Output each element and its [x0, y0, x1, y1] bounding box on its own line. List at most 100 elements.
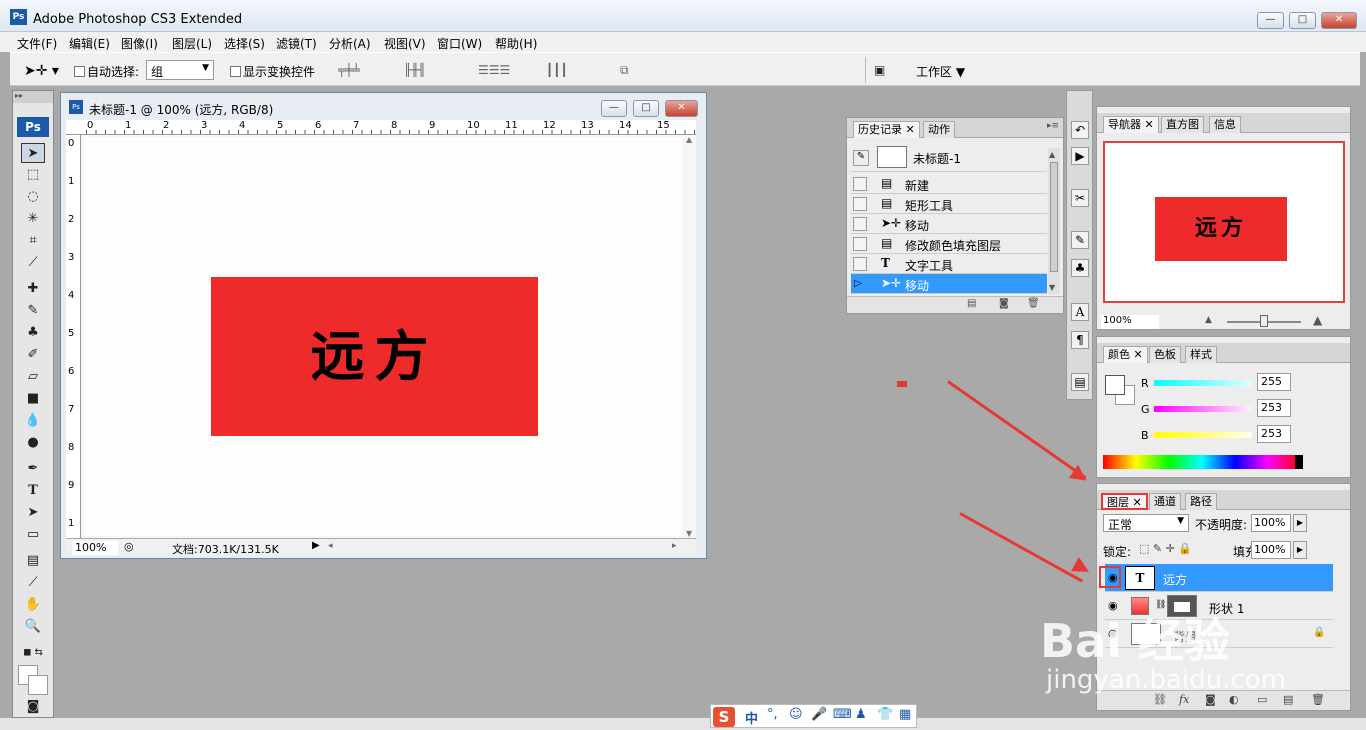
history-snapshot[interactable]: ✎ 未标题-1 — [851, 144, 1047, 172]
status-info-icon[interactable]: ◎ — [124, 540, 134, 553]
skin-shirt-icon[interactable]: 👕 — [877, 707, 893, 722]
align-left-icon[interactable]: ╟╫╢ — [404, 63, 426, 77]
scroll-thumb[interactable] — [1050, 162, 1058, 272]
b-slider[interactable] — [1154, 432, 1252, 438]
magic-wand-icon[interactable]: ✳ — [21, 209, 45, 229]
minimize-button[interactable]: — — [1257, 12, 1284, 29]
align-top-icon[interactable]: ╤╪╧ — [338, 63, 360, 77]
eye-icon[interactable]: ◉ — [1108, 571, 1118, 584]
zoom-slider-thumb[interactable] — [1260, 315, 1268, 327]
bridge-icon[interactable]: ▣ — [874, 63, 885, 77]
zoom-in-icon[interactable]: ▲ — [1313, 313, 1322, 327]
lasso-tool-icon[interactable]: ◌ — [21, 187, 45, 207]
distribute-top-icon[interactable]: ☰☰☰ — [478, 63, 510, 77]
healing-brush-icon[interactable]: ✚ — [21, 279, 45, 299]
history-item-selected[interactable]: ▷ ➤✛ 移动 — [851, 274, 1047, 294]
paragraph-panel-icon[interactable]: ¶ — [1071, 331, 1089, 349]
show-transform-checkbox[interactable]: 显示变换控件 — [230, 63, 315, 80]
brush-tool-icon[interactable]: ✎ — [21, 301, 45, 321]
opacity-arrow-icon[interactable]: ▶ — [1293, 514, 1307, 532]
tab-styles[interactable]: 样式 — [1185, 346, 1217, 363]
foreground-color-swatch[interactable] — [1105, 375, 1125, 395]
history-scrollbar[interactable]: ▲ ▼ — [1048, 148, 1060, 294]
default-colors-icon[interactable]: ◼ ⇆ — [21, 643, 45, 663]
status-menu-arrow-icon[interactable]: ▶ — [312, 540, 320, 551]
hand-tool-icon[interactable]: ✋ — [21, 595, 45, 615]
b-value-field[interactable]: 253 — [1257, 425, 1291, 443]
menu-file[interactable]: 文件(F) — [17, 35, 57, 52]
menu-view[interactable]: 视图(V) — [384, 35, 426, 52]
panel-menu-icon[interactable]: ▸≡ — [1047, 121, 1059, 131]
move-tool-preset-icon[interactable]: ➤✛ ▾ — [24, 63, 59, 79]
tab-navigator[interactable]: 导航器 ✕ — [1103, 116, 1159, 133]
pen-tool-icon[interactable]: ✒ — [21, 459, 45, 479]
color-ramp-black[interactable] — [1295, 455, 1303, 469]
history-brush-checkbox[interactable] — [853, 257, 867, 271]
workspace-button[interactable]: 工作区 ▼ — [916, 63, 965, 80]
blur-tool-icon[interactable]: 💧 — [21, 411, 45, 431]
gradient-tool-icon[interactable]: ■ — [21, 389, 45, 409]
history-item[interactable]: ▤ 新建 — [851, 174, 1047, 194]
tab-history[interactable]: 历史记录 ✕ — [853, 121, 920, 138]
menu-layer[interactable]: 图层(L) — [172, 35, 212, 52]
brushes-panel-icon[interactable]: ✎ — [1071, 231, 1089, 249]
history-item[interactable]: ▤ 修改颜色填充图层 — [851, 234, 1047, 254]
tab-actions[interactable]: 动作 — [923, 121, 955, 138]
history-item[interactable]: ➤✛ 移动 — [851, 214, 1047, 234]
trash-icon[interactable]: 🗑 — [1027, 298, 1040, 309]
maximize-button[interactable]: □ — [1289, 12, 1316, 29]
tool-presets-icon[interactable]: ✂ — [1071, 189, 1089, 207]
auto-select-dropdown[interactable]: 组 ▼ — [146, 60, 214, 80]
history-brush-icon[interactable]: ✐ — [21, 345, 45, 365]
auto-align-icon[interactable]: ⧉ — [620, 63, 629, 78]
r-value-field[interactable]: 255 — [1257, 373, 1291, 391]
sogou-logo-icon[interactable]: S — [713, 707, 735, 727]
clone-source-icon[interactable]: ♣ — [1071, 259, 1089, 277]
menu-analysis[interactable]: 分析(A) — [329, 35, 371, 52]
canvas-scrollbar[interactable]: ▲ ▼ — [685, 135, 695, 538]
lock-icons[interactable]: ⬚ ✎ ✛ 🔒 — [1139, 542, 1192, 555]
emoji-icon[interactable]: ☺ — [789, 707, 803, 722]
type-tool-icon[interactable]: T — [21, 481, 45, 501]
eyedropper-icon[interactable]: ⟋ — [21, 573, 45, 593]
r-slider[interactable] — [1154, 380, 1252, 386]
doc-close-button[interactable]: ✕ — [665, 100, 698, 117]
move-tool-icon[interactable]: ➤ — [21, 143, 45, 163]
menu-select[interactable]: 选择(S) — [224, 35, 265, 52]
marquee-tool-icon[interactable]: ⬚ — [21, 165, 45, 185]
layer-row-selected[interactable]: ◉ T 远方 — [1099, 564, 1333, 592]
history-brush-checkbox[interactable] — [853, 217, 867, 231]
path-select-icon[interactable]: ➤ — [21, 503, 45, 523]
history-item[interactable]: T 文字工具 — [851, 254, 1047, 274]
user-icon[interactable]: ♟ — [855, 707, 867, 722]
history-brush-checkbox[interactable] — [853, 177, 867, 191]
quick-mask-icon[interactable]: ◙ — [21, 697, 45, 717]
menu-edit[interactable]: 编辑(E) — [69, 35, 110, 52]
tab-histogram[interactable]: 直方图 — [1161, 116, 1204, 133]
navigator-preview[interactable]: 远方 — [1103, 141, 1345, 303]
canvas-text[interactable]: 远方 — [211, 277, 538, 436]
eraser-tool-icon[interactable]: ▱ — [21, 367, 45, 387]
history-brush-source-icon[interactable]: ✎ — [853, 150, 869, 166]
ime-language-toggle[interactable]: 中 — [745, 708, 758, 727]
background-color-swatch[interactable] — [28, 675, 48, 695]
fill-field[interactable]: 100% — [1251, 541, 1291, 559]
tab-paths[interactable]: 路径 — [1185, 493, 1217, 510]
clone-stamp-icon[interactable]: ♣ — [21, 323, 45, 343]
g-slider[interactable] — [1154, 406, 1252, 412]
doc-minimize-button[interactable]: — — [601, 100, 627, 117]
character-panel-icon[interactable]: A — [1071, 303, 1089, 321]
actions-panel-icon[interactable]: ▶ — [1071, 147, 1089, 165]
crop-tool-icon[interactable]: ⌗ — [21, 231, 45, 251]
color-ramp[interactable] — [1103, 455, 1301, 469]
doc-maximize-button[interactable]: □ — [633, 100, 659, 117]
toolbox-grid-icon[interactable]: ▦ — [899, 707, 911, 722]
new-document-from-state-icon[interactable]: ▤ — [967, 298, 976, 309]
tab-color[interactable]: 颜色 ✕ — [1103, 346, 1148, 363]
distribute-left-icon[interactable]: ┃┃┃ — [546, 63, 568, 77]
menu-window[interactable]: 窗口(W) — [437, 35, 482, 52]
tab-layers[interactable]: 图层 ✕ — [1101, 493, 1148, 510]
slice-tool-icon[interactable]: ⟋ — [21, 253, 45, 273]
auto-select-checkbox[interactable]: 自动选择: — [74, 63, 139, 80]
g-value-field[interactable]: 253 — [1257, 399, 1291, 417]
